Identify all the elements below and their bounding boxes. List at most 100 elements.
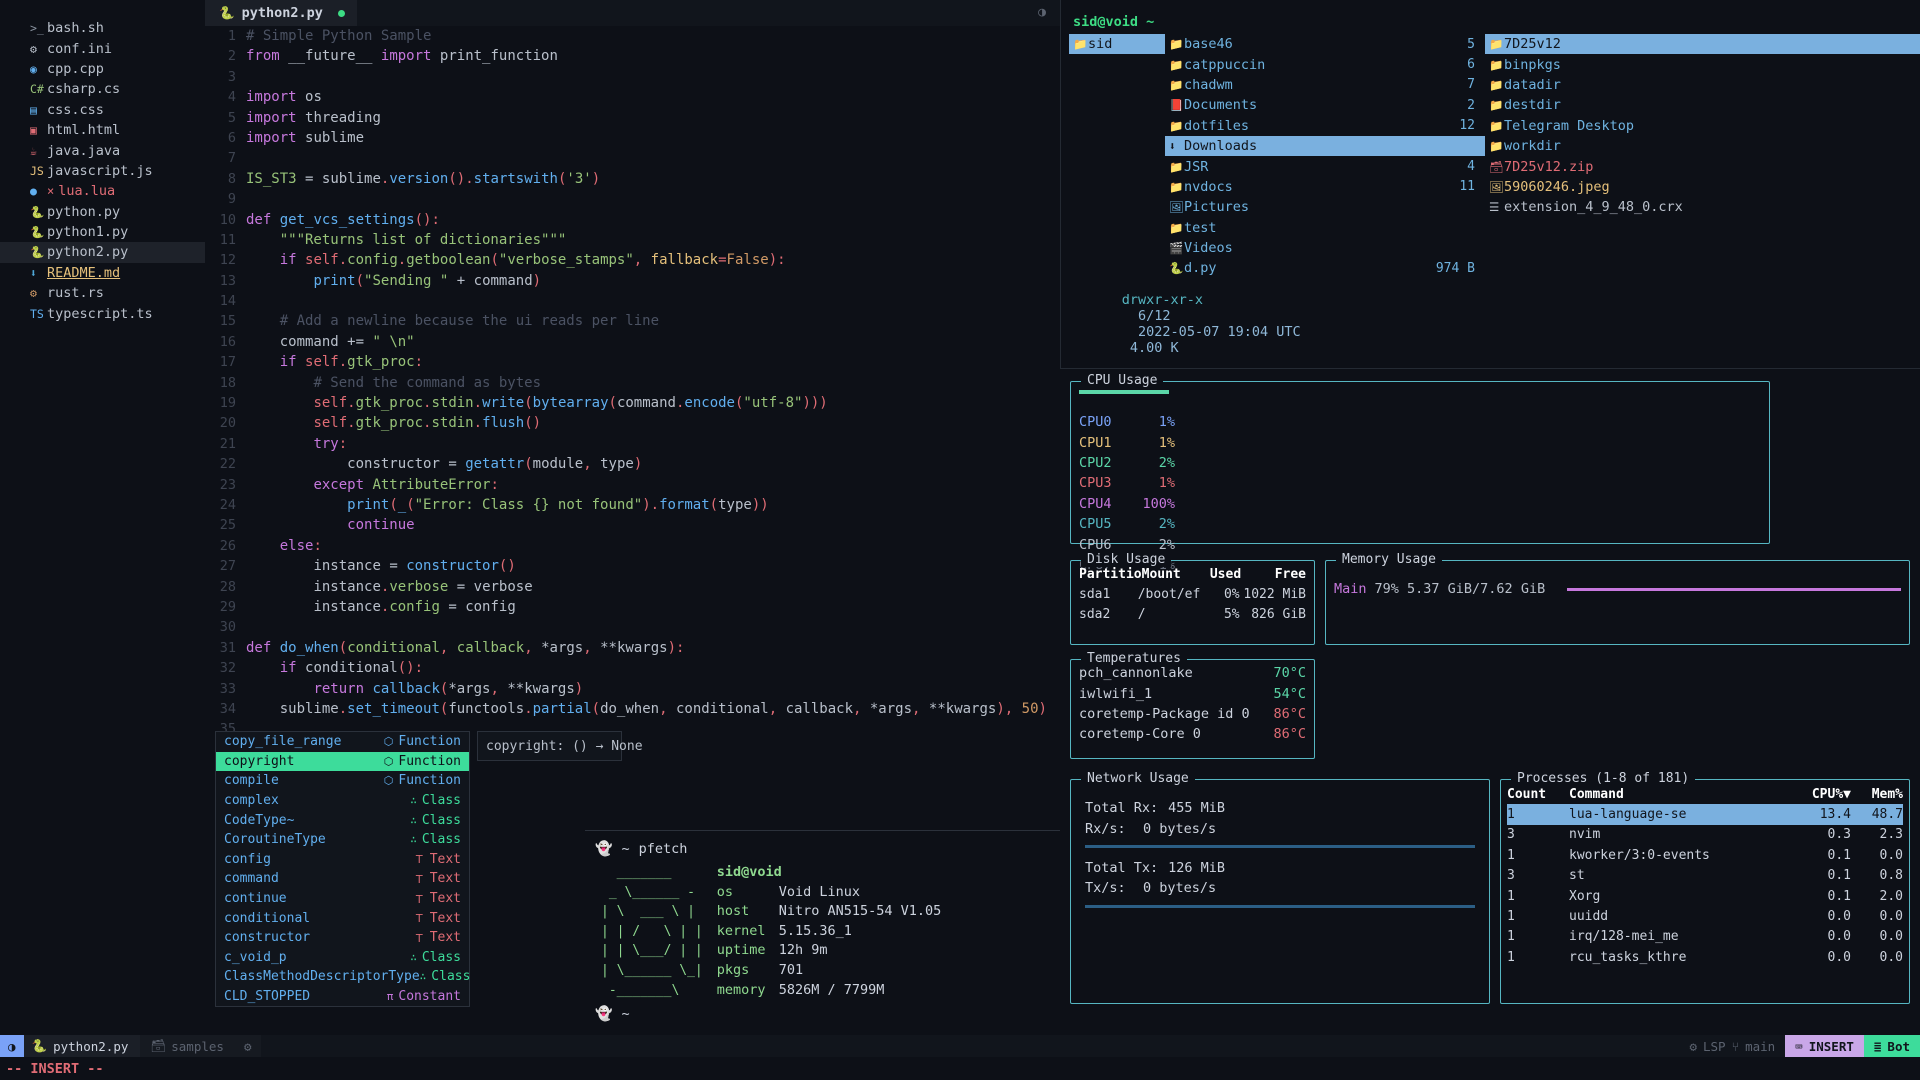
- autocomplete-item[interactable]: continueＴText: [216, 889, 469, 909]
- terminal-pane[interactable]: 👻 ~ pfetch _______ _ \______ - | \ ___ \…: [585, 830, 1060, 1043]
- file-tree-item[interactable]: ⚙conf.ini: [0, 38, 205, 58]
- fm-item[interactable]: 🖼59060246.jpeg: [1485, 177, 1920, 197]
- network-usage-title: Network Usage: [1081, 771, 1195, 786]
- autocomplete-item[interactable]: CLD_STOPPEDπConstant: [216, 987, 469, 1007]
- code-line-text: instance = constructor(): [246, 556, 516, 576]
- fm-item[interactable]: 📕Documents2: [1165, 95, 1485, 115]
- file-tree-item[interactable]: C#csharp.cs: [0, 79, 205, 99]
- fm-item[interactable]: 📁workdir: [1485, 136, 1920, 156]
- process-row[interactable]: 1kworker/3:0-events0.10.0: [1507, 845, 1903, 865]
- file-tree-item-label: python.py: [47, 204, 120, 220]
- processes-box[interactable]: Processes (1-8 of 181) CountCommandCPU%▼…: [1500, 779, 1910, 1004]
- terminal-prompt-2[interactable]: 👻 ~: [595, 1006, 1060, 1022]
- autocomplete-popup[interactable]: copy_file_range⬡Functioncopyright⬡Functi…: [215, 731, 470, 1007]
- autocomplete-item[interactable]: constructorＴText: [216, 928, 469, 948]
- process-row[interactable]: 1uuidd0.00.0: [1507, 906, 1903, 926]
- statusline-file[interactable]: 🐍 python2.py: [24, 1035, 141, 1057]
- file-manager-pane[interactable]: sid@void ~ 📁sid 📁base465📁catppuccin6📁cha…: [1060, 0, 1920, 368]
- code-line-text: command += " \n": [246, 332, 415, 352]
- statusline-project[interactable]: 🗃 samples: [140, 1035, 234, 1057]
- file-tree-sidebar[interactable]: >_bash.sh⚙conf.ini◉cpp.cppC#csharp.cs▤cs…: [0, 0, 205, 1043]
- theme-toggle-icon[interactable]: ◑: [1038, 5, 1046, 20]
- temperature-name: iwlwifi_1: [1079, 686, 1152, 702]
- file-tree-item[interactable]: ▣html.html: [0, 120, 205, 140]
- process-row[interactable]: 1lua-language-se13.448.7: [1507, 804, 1903, 824]
- file-tree-item[interactable]: 🐍python1.py: [0, 222, 205, 242]
- file-tree-item[interactable]: ●×lua.lua: [0, 181, 205, 201]
- rx-value: 0 bytes/s: [1143, 821, 1216, 837]
- file-tree-item[interactable]: ⚙rust.rs: [0, 283, 205, 303]
- fm-item[interactable]: ⬇Downloads: [1165, 136, 1485, 156]
- fm-item[interactable]: 🖼Pictures: [1165, 197, 1485, 217]
- file-tree-item[interactable]: ▤css.css: [0, 100, 205, 120]
- kind-icon: Ｔ: [414, 871, 425, 887]
- autocomplete-item[interactable]: CoroutineType∴Class: [216, 830, 469, 850]
- file-tree-item[interactable]: TStypescript.ts: [0, 303, 205, 323]
- fm-item[interactable]: 📁test: [1165, 218, 1485, 238]
- statusline-lsp-label: LSP: [1703, 1039, 1726, 1054]
- fm-item[interactable]: 📁destdir: [1485, 95, 1920, 115]
- tabline[interactable]: 🐍 python2.py ◑: [205, 0, 1060, 26]
- temperature-value: 86°C: [1273, 706, 1306, 722]
- statusline-mode-icon[interactable]: ◑: [0, 1035, 24, 1057]
- pfetch-key: pkgs: [717, 961, 779, 981]
- code-line: 9: [205, 189, 1060, 209]
- process-row[interactable]: 3st0.10.8: [1507, 866, 1903, 886]
- fm-item[interactable]: 📁Telegram Desktop: [1485, 116, 1920, 136]
- ghost-icon: 👻: [595, 841, 612, 857]
- file-tree-item[interactable]: ⬇README.md: [0, 263, 205, 283]
- autocomplete-item[interactable]: complex∴Class: [216, 791, 469, 811]
- process-cell: irq/128-mei_me: [1569, 929, 1795, 944]
- autocomplete-item[interactable]: configＴText: [216, 850, 469, 870]
- fm-item-icon: 📁: [1169, 160, 1184, 174]
- autocomplete-item[interactable]: ClassMethodDescriptorType∴Class: [216, 967, 469, 987]
- code-line-text: self.gtk_proc.stdin.write(bytearray(comm…: [246, 393, 828, 413]
- process-row[interactable]: 1rcu_tasks_kthre0.00.0: [1507, 947, 1903, 967]
- fm-item[interactable]: 📁JSR4: [1165, 156, 1485, 176]
- fm-item[interactable]: 📁dotfiles12: [1165, 116, 1485, 136]
- fm-item-icon: 📁: [1489, 98, 1504, 112]
- statusline-lsp[interactable]: ⚙ LSP ⑂ main: [1679, 1039, 1785, 1054]
- fm-item[interactable]: 📁catppuccin6: [1165, 54, 1485, 74]
- fm-column-preview[interactable]: 📁7D25v12📁binpkgs📁datadir📁destdir📁Telegra…: [1485, 34, 1920, 279]
- file-tree-item[interactable]: 🐍python2.py: [0, 242, 205, 262]
- fm-item[interactable]: 📁sid: [1069, 34, 1165, 54]
- fm-item[interactable]: 📁7D25v12: [1485, 34, 1920, 54]
- fm-item[interactable]: ☰extension_4_9_48_0.crx: [1485, 197, 1920, 217]
- autocomplete-item[interactable]: compile⬡Function: [216, 771, 469, 791]
- file-tree-item[interactable]: ☕java.java: [0, 140, 205, 160]
- process-cell: 1: [1507, 807, 1569, 822]
- fm-item[interactable]: 📁chadwm7: [1165, 75, 1485, 95]
- autocomplete-item[interactable]: copyright⬡Function: [216, 752, 469, 772]
- fm-item[interactable]: 📁datadir: [1485, 75, 1920, 95]
- fm-column-parent[interactable]: 📁sid: [1069, 34, 1165, 279]
- autocomplete-item[interactable]: c_void_p∴Class: [216, 948, 469, 968]
- line-number: 25: [205, 515, 246, 535]
- keyboard-icon: ⌨: [1795, 1039, 1803, 1054]
- line-number: 26: [205, 536, 246, 556]
- tab-python2[interactable]: 🐍 python2.py: [205, 0, 357, 26]
- file-tree-item[interactable]: ◉cpp.cpp: [0, 59, 205, 79]
- fm-item[interactable]: 📁base465: [1165, 34, 1485, 54]
- autocomplete-item[interactable]: CodeType~∴Class: [216, 810, 469, 830]
- fm-item[interactable]: 🗃7D25v12.zip: [1485, 156, 1920, 176]
- file-tree-item[interactable]: >_bash.sh: [0, 18, 205, 38]
- process-row[interactable]: 3nvim0.32.3: [1507, 825, 1903, 845]
- autocomplete-item[interactable]: conditionalＴText: [216, 908, 469, 928]
- code-line-text: instance.verbose = verbose: [246, 577, 533, 597]
- process-row[interactable]: 1Xorg0.12.0: [1507, 886, 1903, 906]
- fm-item-label: Pictures: [1184, 199, 1475, 215]
- autocomplete-item[interactable]: copy_file_range⬡Function: [216, 732, 469, 752]
- file-tree-item[interactable]: 🐍python.py: [0, 202, 205, 222]
- fm-column-current[interactable]: 📁base465📁catppuccin6📁chadwm7📕Documents2📁…: [1165, 34, 1485, 279]
- system-monitor[interactable]: CPU Usage CPU01%CPU11%CPU22%CPU31%CPU410…: [1060, 368, 1920, 1043]
- file-tree-item[interactable]: JSjavascript.js: [0, 161, 205, 181]
- statusline-extra[interactable]: ⚙: [234, 1035, 262, 1057]
- process-row[interactable]: 1irq/128-mei_me0.00.0: [1507, 927, 1903, 947]
- fm-item[interactable]: 📁nvdocs11: [1165, 177, 1485, 197]
- fm-item[interactable]: 📁binpkgs: [1485, 54, 1920, 74]
- fm-item[interactable]: 🎬Videos: [1165, 238, 1485, 258]
- autocomplete-item[interactable]: commandＴText: [216, 869, 469, 889]
- network-rx-row: Rx/s: 0 bytes/s: [1085, 818, 1475, 838]
- process-table[interactable]: CountCommandCPU%▼Mem%1lua-language-se13.…: [1501, 780, 1909, 968]
